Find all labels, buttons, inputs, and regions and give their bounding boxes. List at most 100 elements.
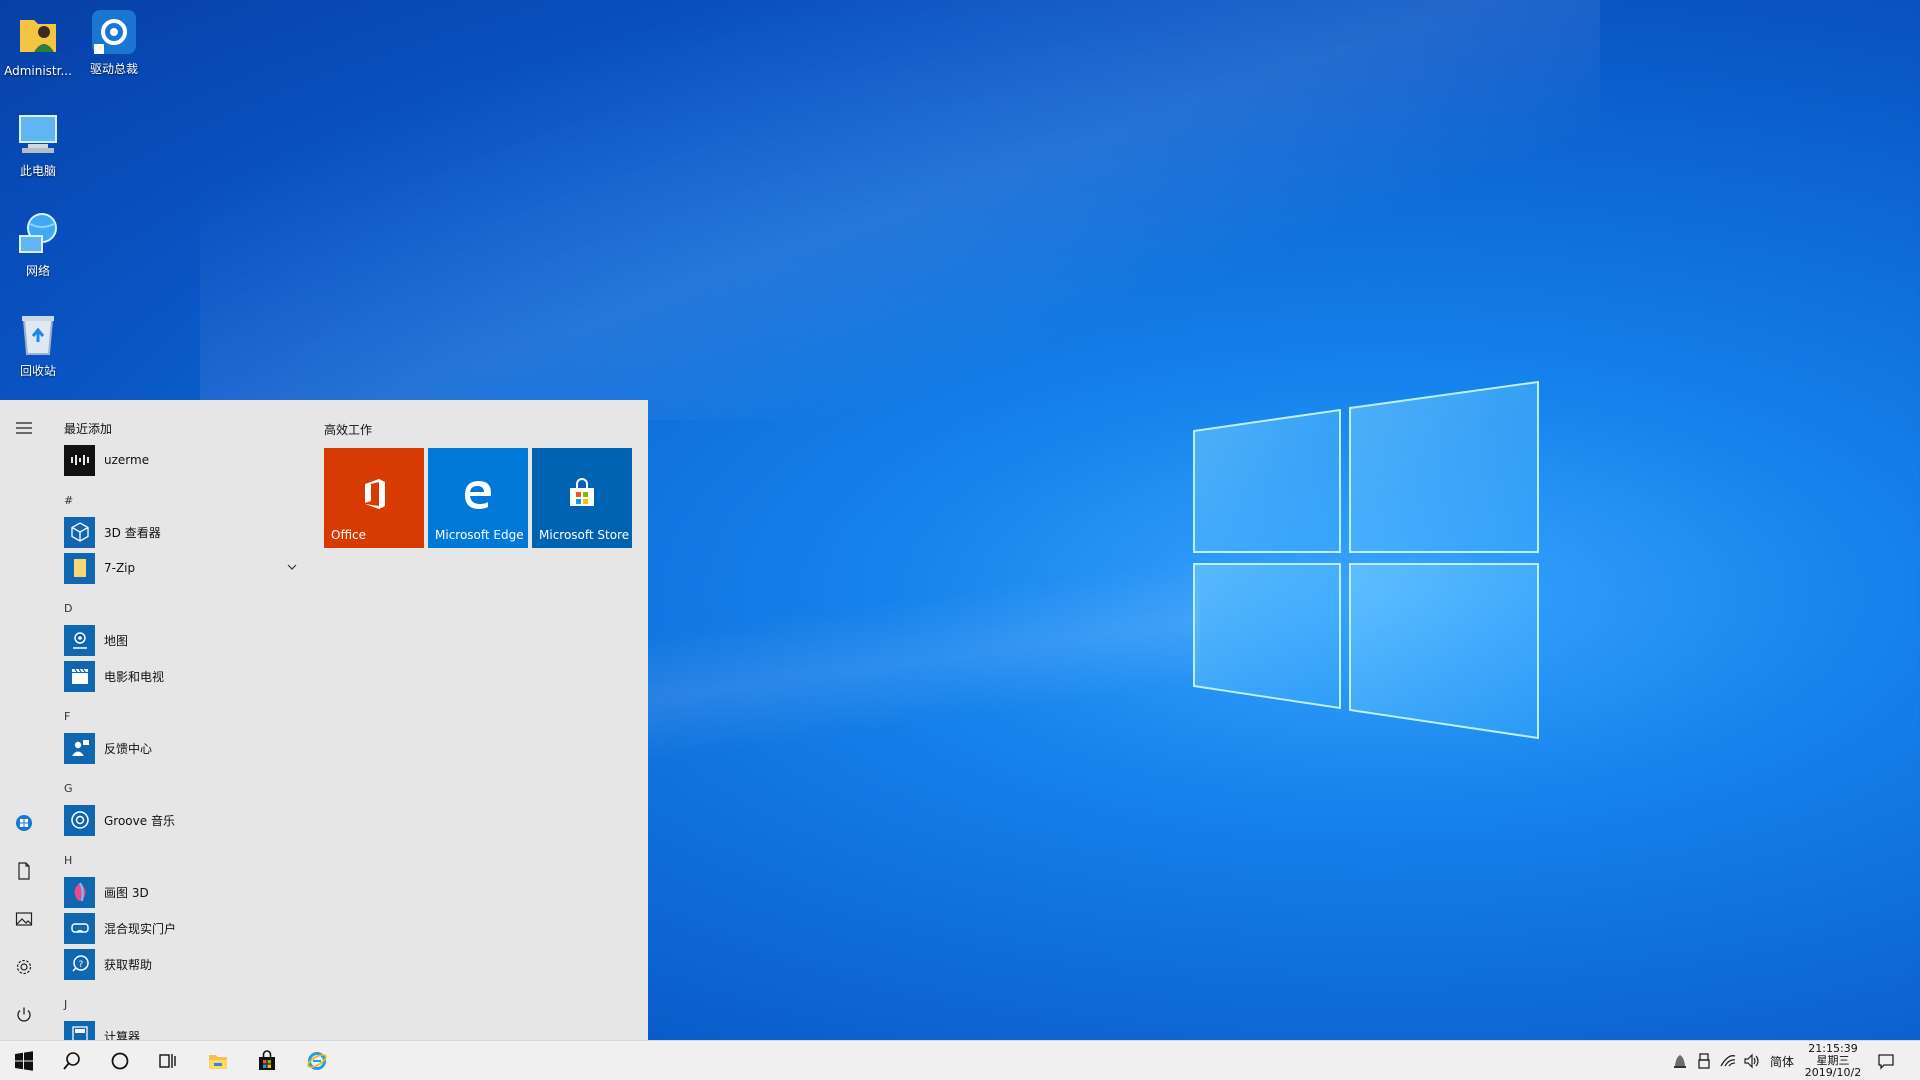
power-icon <box>17 1007 31 1022</box>
desktop-icon-this-pc[interactable]: 此电脑 <box>0 110 78 178</box>
app-tile-bg <box>64 516 95 548</box>
action-center-icon[interactable] <box>1877 1052 1895 1070</box>
clapperboard-icon <box>71 668 88 684</box>
tile-microsoft-edge[interactable]: Microsoft Edge <box>428 448 528 548</box>
windows-start-icon <box>15 1051 33 1071</box>
app-item-3d-viewer[interactable]: 3D 查看器 <box>64 515 304 549</box>
network-icon[interactable] <box>1719 1052 1737 1070</box>
group-letter-d[interactable]: D <box>64 602 72 615</box>
desktop-icon-recycle-bin[interactable]: 回收站 <box>0 310 78 378</box>
power-button[interactable] <box>0 991 48 1039</box>
chevron-down-icon[interactable] <box>286 561 298 573</box>
tray-app-icon[interactable] <box>1671 1052 1689 1070</box>
group-letter-hash[interactable]: # <box>64 494 73 507</box>
app-tile-bg <box>64 552 95 584</box>
app-name: 计算器 <box>104 1029 141 1041</box>
usb-device-icon[interactable] <box>1695 1052 1713 1070</box>
feedback-person-icon <box>71 740 89 756</box>
desktop-icon-label: 驱动总裁 <box>89 62 138 76</box>
search-button[interactable] <box>48 1041 96 1080</box>
store-icon <box>259 1050 275 1070</box>
calculator-icon <box>71 1026 88 1040</box>
uzerme-icon <box>70 455 89 465</box>
group-letter-h[interactable]: H <box>64 854 72 867</box>
group-letter-f[interactable]: F <box>64 710 70 723</box>
app-tile-bg <box>64 912 95 944</box>
recycle-bin-icon <box>22 316 54 355</box>
cortana-button[interactable] <box>96 1041 144 1080</box>
app-tile-bg <box>64 1020 95 1040</box>
wallpaper-light-beam-lower <box>640 540 1200 780</box>
hamburger-icon <box>16 422 32 434</box>
maps-icon <box>72 632 87 649</box>
app-item-groove-music[interactable]: Groove 音乐 <box>64 803 304 837</box>
recently-added-title: 最近添加 <box>64 422 113 436</box>
app-name: 反馈中心 <box>104 741 153 756</box>
tiles-area: 高效工作 Office Microsoft Edge Microsoft Sto… <box>306 400 648 1040</box>
app-item-mixed-reality-portal[interactable]: 混合现实门户 <box>64 911 304 945</box>
app-item-maps[interactable]: 地图 <box>64 623 304 657</box>
user-folder-icon <box>20 20 56 52</box>
start-menu: 最近添加 uzerme # 3D 查看器 7-Zip D 地图 电影和电视 F … <box>0 400 648 1040</box>
wallpaper-windows-logo <box>1193 380 1539 740</box>
app-tile-bg <box>64 876 95 908</box>
internet-explorer-button[interactable] <box>293 1041 341 1080</box>
cortana-icon <box>111 1052 129 1070</box>
task-view-button[interactable] <box>144 1041 192 1080</box>
app-item-calculator[interactable]: 计算器 <box>64 1019 304 1040</box>
cube-3d-icon <box>70 522 89 542</box>
app-name: 混合现实门户 <box>104 921 177 936</box>
app-tile-bg <box>64 732 95 764</box>
app-name: 7-Zip <box>104 561 136 575</box>
pictures-icon <box>15 912 33 926</box>
file-explorer-button[interactable] <box>194 1041 242 1080</box>
app-tile-bg <box>64 660 95 692</box>
start-menu-rail <box>0 400 48 1040</box>
app-item-movies-tv[interactable]: 电影和电视 <box>64 659 304 693</box>
desktop-icon-network[interactable]: 网络 <box>0 210 78 278</box>
app-tile-bg: ? <box>64 948 95 980</box>
tile-office[interactable]: Office <box>324 448 424 548</box>
store-bag-icon <box>570 478 594 506</box>
computer-icon <box>19 115 57 153</box>
pictures-button[interactable] <box>0 895 48 943</box>
help-chat-icon: ? <box>71 955 89 972</box>
group-letter-g[interactable]: G <box>64 782 73 795</box>
app-item-get-help[interactable]: ? 获取帮助 <box>64 947 304 981</box>
desktop-icon-label: Administr... <box>4 64 72 78</box>
input-method-indicator[interactable]: 简体 <box>1770 1053 1794 1070</box>
desktop-icon-label: 网络 <box>25 264 50 278</box>
search-icon <box>63 1052 80 1070</box>
app-item-feedback-hub[interactable]: 反馈中心 <box>64 731 304 765</box>
settings-button[interactable] <box>0 943 48 991</box>
desktop-icon-administrator[interactable]: Administr... <box>0 10 78 78</box>
documents-button[interactable] <box>0 847 48 895</box>
folder-icon <box>73 559 86 577</box>
app-tile-bg <box>64 444 95 476</box>
clock-date: 2019/10/2 <box>1804 1066 1862 1079</box>
driver-gear-icon <box>92 10 136 54</box>
desktop-icon-label: 此电脑 <box>19 164 56 178</box>
app-item-7zip[interactable]: 7-Zip <box>64 551 304 585</box>
user-account-button[interactable] <box>0 799 48 847</box>
tile-microsoft-store[interactable]: Microsoft Store <box>532 448 632 548</box>
network-globe-icon <box>19 213 57 253</box>
volume-icon[interactable] <box>1743 1052 1761 1070</box>
group-letter-j[interactable]: J <box>64 998 67 1011</box>
app-name: 3D 查看器 <box>104 525 161 540</box>
clock[interactable]: 21:15:39 星期三 2019/10/2 <box>1800 1043 1866 1079</box>
app-item-uzerme[interactable]: uzerme <box>64 443 304 477</box>
desktop-icon-label: 回收站 <box>19 364 56 378</box>
store-button[interactable] <box>243 1041 291 1080</box>
desktop-icon-driver-tool[interactable]: 驱动总裁 <box>74 8 154 76</box>
task-view-icon <box>159 1054 176 1068</box>
app-name: 获取帮助 <box>104 957 153 972</box>
app-name: uzerme <box>104 453 150 467</box>
app-item-paint-3d[interactable]: 画图 3D <box>64 875 304 909</box>
start-button[interactable] <box>0 1041 48 1080</box>
app-name: 地图 <box>104 633 129 648</box>
tile-group-title[interactable]: 高效工作 <box>324 421 372 438</box>
paint-3d-icon <box>74 882 85 902</box>
app-name: Groove 音乐 <box>104 813 175 828</box>
expand-menu-button[interactable] <box>0 404 48 452</box>
